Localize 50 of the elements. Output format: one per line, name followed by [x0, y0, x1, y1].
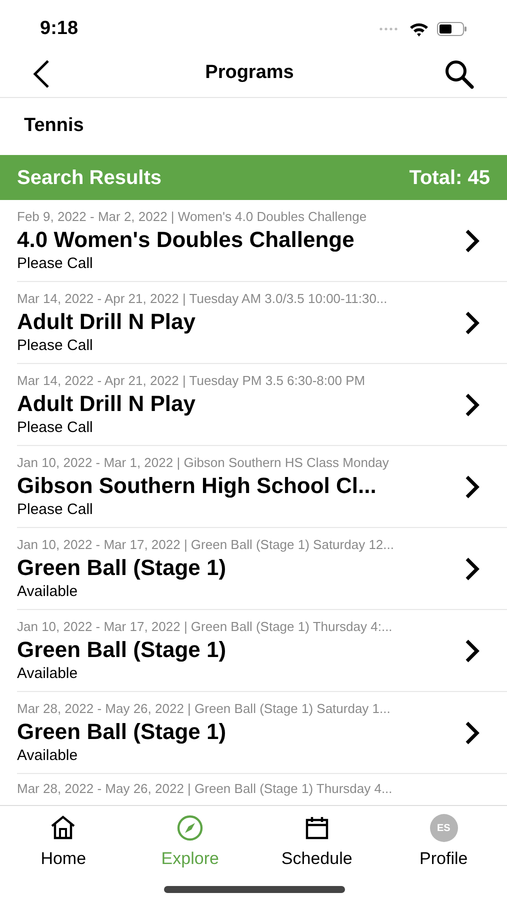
result-row[interactable]: Jan 10, 2022 - Mar 1, 2022 | Gibson Southern HS Class Monday Gibson Southern High School Cl... Please Call	[17, 446, 507, 528]
availability-status: Please Call	[17, 418, 94, 436]
program-dates: Feb 9, 2022 - Mar 2, 2022 | Women's 4.0 Doubles Challenge	[17, 208, 368, 224]
chevron-right-icon	[463, 556, 481, 582]
availability-status: Available	[17, 582, 79, 600]
chevron-right-icon	[463, 392, 481, 418]
wifi-icon	[409, 22, 429, 36]
result-row[interactable]: Mar 28, 2022 - May 26, 2022 | Green Ball (Stage 1) Saturday 1... Green Ball (Stage 1) Available	[17, 692, 507, 774]
availability-status: Please Call	[17, 254, 94, 272]
result-row[interactable]: Mar 14, 2022 - Apr 21, 2022 | Tuesday AM 3.0/3.5 10:00-11:30... Adult Drill N Play Please Call	[17, 282, 507, 364]
chevron-right-icon	[463, 720, 481, 746]
program-title: Green Ball (Stage 1)	[17, 636, 228, 664]
result-row[interactable]: Jan 10, 2022 - Mar 17, 2022 | Green Ball (Stage 1) Thursday 4:... Green Ball (Stage 1) Available	[17, 610, 507, 692]
home-icon	[49, 814, 78, 842]
tab-item[interactable]: Schedule	[254, 814, 380, 872]
program-dates: Mar 28, 2022 - May 26, 2022 | Green Ball (Stage 1) Thursday 4...	[17, 781, 394, 797]
program-dates: Jan 10, 2022 - Mar 17, 2022 | Green Ball (Stage 1) Thursday 4:...	[17, 618, 394, 634]
program-title: Green Ball (Stage 1)	[17, 554, 228, 582]
result-row[interactable]: Jan 10, 2022 - Mar 17, 2022 | Green Ball (Stage 1) Saturday 12... Green Ball (Stage 1) Available	[17, 528, 507, 610]
avatar: ES	[430, 814, 458, 842]
program-title: Adult Drill N Play	[17, 390, 196, 418]
chevron-right-icon	[463, 474, 481, 500]
program-title: Green Ball (Stage 1)	[17, 718, 228, 746]
availability-status: Please Call	[17, 500, 94, 518]
program-dates: Mar 14, 2022 - Apr 21, 2022 | Tuesday PM 3.5 6:30-8:00 PM	[17, 372, 366, 388]
program-dates: Jan 10, 2022 - Mar 1, 2022 | Gibson Southern HS Class Monday	[17, 454, 390, 470]
chevron-right-icon	[463, 638, 481, 664]
program-title: Gibson Southern High School Cl...	[17, 472, 378, 500]
battery-icon	[437, 22, 467, 36]
availability-status: Available	[17, 664, 79, 682]
tab-item[interactable]: ES Profile	[380, 814, 507, 872]
availability-status: Available	[17, 746, 79, 764]
status-time: 9:18	[40, 16, 78, 41]
program-title: 4.0 Women's Doubles Challenge	[17, 226, 356, 254]
availability-status: Please Call	[17, 336, 94, 354]
program-dates: Mar 14, 2022 - Apr 21, 2022 | Tuesday AM 3.0/3.5 10:00-11:30...	[17, 290, 388, 306]
program-dates: Jan 10, 2022 - Mar 17, 2022 | Green Ball (Stage 1) Saturday 12...	[17, 536, 395, 552]
compass-icon	[176, 814, 204, 842]
category-label: Tennis	[24, 114, 84, 138]
tab-item[interactable]: Home	[0, 814, 127, 872]
program-dates: Mar 28, 2022 - May 26, 2022 | Green Ball (Stage 1) Saturday 1...	[17, 700, 392, 716]
program-title: Adult Drill N Play	[17, 308, 196, 336]
chevron-right-icon	[463, 228, 481, 254]
result-row[interactable]: Feb 9, 2022 - Mar 2, 2022 | Women's 4.0 Doubles Challenge 4.0 Women's Doubles Challenge Please Call	[17, 200, 507, 282]
results-total: Total: 45	[409, 166, 490, 190]
search-button[interactable]	[442, 58, 475, 90]
result-row[interactable]: Mar 14, 2022 - Apr 21, 2022 | Tuesday PM 3.5 6:30-8:00 PM Adult Drill N Play Please Call	[17, 364, 507, 446]
chevron-right-icon	[463, 310, 481, 336]
page-title: Programs	[205, 61, 294, 86]
results-title: Search Results	[17, 166, 162, 190]
